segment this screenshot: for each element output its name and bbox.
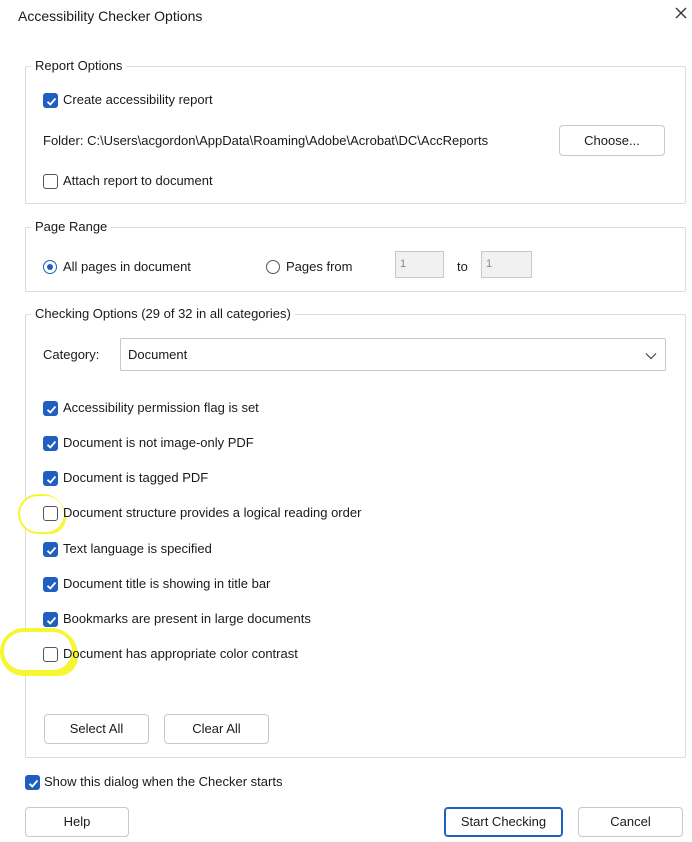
- category-label: Category:: [43, 347, 100, 362]
- checkmark-icon: [46, 97, 57, 106]
- attach-report-checkbox[interactable]: [43, 174, 58, 189]
- all-pages-label: All pages in document: [63, 259, 191, 274]
- checkmark-icon: [28, 779, 39, 788]
- checkmark-icon: [46, 616, 57, 625]
- checkmark-icon: [46, 581, 57, 590]
- close-icon[interactable]: [672, 4, 690, 22]
- highlighter-mark: [4, 632, 72, 670]
- checkmark-icon: [46, 475, 57, 484]
- clear-all-button[interactable]: Clear All: [164, 714, 269, 744]
- pages-from-field[interactable]: 1: [395, 251, 444, 278]
- dialog-title: Accessibility Checker Options: [18, 8, 203, 24]
- category-select[interactable]: Document: [120, 338, 666, 371]
- check-option-label: Document is not image-only PDF: [63, 435, 254, 450]
- pages-from-radio[interactable]: [266, 260, 280, 274]
- check-option-checkbox[interactable]: [43, 471, 58, 486]
- check-option-label: Accessibility permission flag is set: [63, 400, 259, 415]
- all-pages-radio[interactable]: [43, 260, 57, 274]
- accessibility-checker-dialog: Accessibility Checker Options Report Opt…: [0, 0, 692, 842]
- check-option-label: Text language is specified: [63, 541, 212, 556]
- to-label: to: [457, 259, 468, 274]
- folder-path-label: Folder: C:\Users\acgordon\AppData\Roamin…: [43, 133, 489, 148]
- start-checking-button[interactable]: Start Checking: [444, 807, 563, 837]
- check-option-checkbox[interactable]: [43, 401, 58, 416]
- help-button[interactable]: Help: [25, 807, 129, 837]
- check-option-checkbox[interactable]: [43, 577, 58, 592]
- checking-options-group: [25, 314, 686, 758]
- create-report-checkbox[interactable]: [43, 93, 58, 108]
- checkmark-icon: [46, 440, 57, 449]
- check-option-label: Document is tagged PDF: [63, 470, 209, 485]
- check-option-checkbox[interactable]: [43, 612, 58, 627]
- checking-options-legend: Checking Options (29 of 32 in all catego…: [31, 306, 295, 321]
- chevron-down-icon: [645, 353, 657, 360]
- checkmark-icon: [46, 546, 57, 555]
- choose-button[interactable]: Choose...: [559, 125, 665, 156]
- check-option-label: Document has appropriate color contrast: [63, 646, 298, 661]
- show-dialog-checkbox[interactable]: [25, 775, 40, 790]
- check-option-label: Document structure provides a logical re…: [63, 505, 362, 520]
- select-all-button[interactable]: Select All: [44, 714, 149, 744]
- pages-to-field[interactable]: 1: [481, 251, 532, 278]
- check-option-label: Bookmarks are present in large documents: [63, 611, 311, 626]
- page-range-legend: Page Range: [31, 219, 112, 234]
- attach-report-label: Attach report to document: [63, 173, 213, 188]
- checkmark-icon: [46, 405, 57, 414]
- category-select-value: Document: [128, 347, 188, 362]
- report-options-legend: Report Options: [31, 58, 127, 73]
- check-option-checkbox[interactable]: [43, 436, 58, 451]
- cancel-button[interactable]: Cancel: [578, 807, 683, 837]
- check-option-checkbox[interactable]: [43, 506, 58, 521]
- check-option-checkbox[interactable]: [43, 542, 58, 557]
- check-option-label: Document title is showing in title bar: [63, 576, 271, 591]
- create-report-label: Create accessibility report: [63, 92, 213, 107]
- show-dialog-label: Show this dialog when the Checker starts: [44, 774, 283, 789]
- check-option-checkbox[interactable]: [43, 647, 58, 662]
- pages-from-label: Pages from: [286, 259, 353, 274]
